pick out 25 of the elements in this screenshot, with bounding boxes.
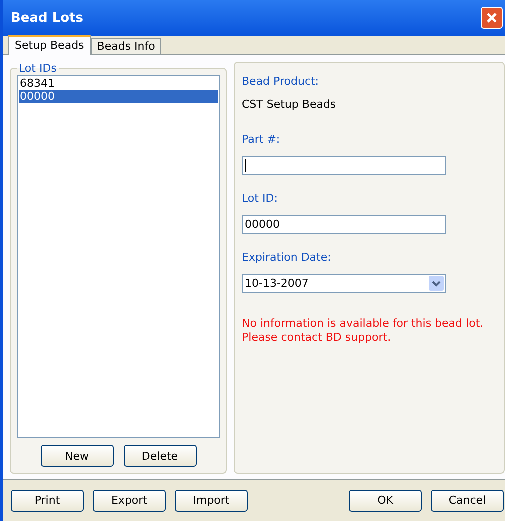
field-label: Part #: xyxy=(242,133,282,146)
button[interactable]: Delete xyxy=(124,445,196,467)
error-message: No information is available for this bead lot. Please contact BD support. xyxy=(242,317,485,345)
input-field[interactable]: 00000 xyxy=(242,215,446,234)
button[interactable]: New xyxy=(40,445,114,467)
date-dropdown[interactable]: 10-13-2007 xyxy=(242,274,446,293)
input-field[interactable] xyxy=(242,156,446,175)
button[interactable]: Print xyxy=(11,490,84,512)
tab[interactable]: Setup Beads xyxy=(8,35,92,55)
list-item[interactable]: 68341 xyxy=(19,77,218,90)
window-title: Bead Lots xyxy=(11,10,84,26)
button[interactable]: OK xyxy=(349,490,422,512)
field-label: Bead Product: xyxy=(242,75,320,88)
field-label: Expiration Date: xyxy=(242,251,332,264)
button[interactable]: Export xyxy=(93,490,166,512)
field-label: Lot ID: xyxy=(242,192,279,205)
button[interactable]: Cancel xyxy=(431,490,504,512)
tab[interactable]: Beads Info xyxy=(91,38,162,54)
product-value: CST Setup Beads xyxy=(242,98,338,111)
close-icon xyxy=(486,12,498,24)
button[interactable]: Import xyxy=(175,490,248,512)
list-item[interactable]: 00000 xyxy=(19,90,218,103)
group-title: Lot IDs xyxy=(18,62,58,75)
chevron-down-icon xyxy=(432,280,441,286)
close-button[interactable] xyxy=(481,7,503,29)
